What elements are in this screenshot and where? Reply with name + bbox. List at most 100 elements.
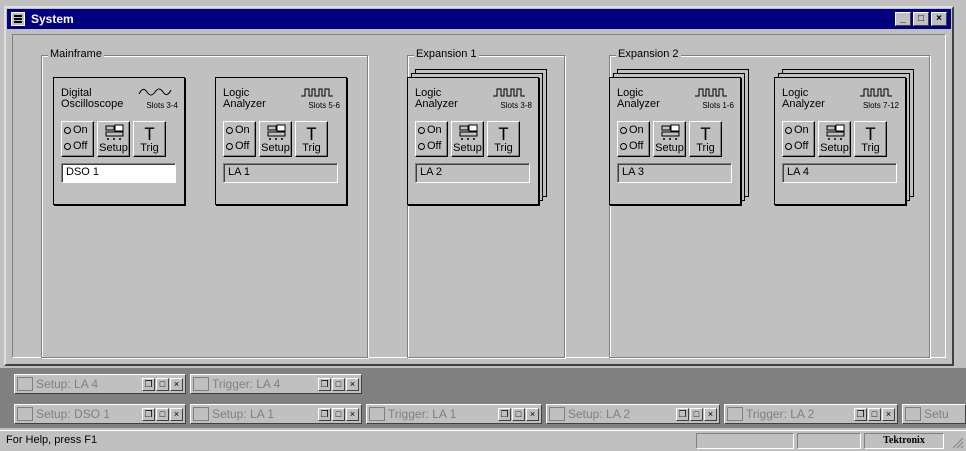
minimized-window-buttons: ❐ □ × — [318, 377, 359, 391]
trig-button[interactable]: T Trig — [689, 121, 722, 157]
close-button[interactable]: × — [704, 407, 717, 421]
minimized-window-buttons: ❐ □ × — [142, 377, 183, 391]
setup-icon — [105, 124, 123, 140]
setup-button[interactable]: Setup — [451, 121, 484, 157]
restore-button[interactable]: ❐ — [142, 377, 155, 391]
close-button[interactable]: × — [170, 377, 183, 391]
close-button[interactable]: × — [526, 407, 539, 421]
minimized-window-trigger-la4[interactable]: Trigger: LA 4 ❐ □ × — [190, 374, 362, 394]
on-off-button[interactable]: On Off — [415, 121, 448, 157]
maximize-button[interactable]: □ — [512, 407, 525, 421]
setup-button[interactable]: Setup — [97, 121, 130, 157]
module-name-field[interactable]: LA 2 — [415, 163, 530, 183]
maximize-button[interactable]: □ — [332, 377, 345, 391]
restore-button[interactable]: ❐ — [498, 407, 511, 421]
trig-label: Trig — [861, 142, 880, 154]
module-type: Logic Analyzer — [782, 87, 825, 110]
size-grip-icon[interactable] — [952, 437, 964, 449]
maximize-button[interactable]: □ — [868, 407, 881, 421]
minimized-window-setup-la2[interactable]: Setup: LA 2 ❐ □ × — [546, 404, 720, 424]
maximize-button[interactable]: □ — [156, 407, 169, 421]
maximize-button[interactable]: □ — [156, 377, 169, 391]
on-led-icon — [785, 126, 792, 134]
off-option[interactable]: Off — [62, 138, 93, 154]
off-option[interactable]: Off — [416, 138, 447, 154]
maximize-button[interactable]: □ — [913, 12, 929, 26]
minimized-window-trigger-la2[interactable]: Trigger: LA 2 ❐ □ × — [724, 404, 898, 424]
setup-button[interactable]: Setup — [818, 121, 851, 157]
off-option[interactable]: Off — [618, 138, 649, 154]
minimized-window-setup-dso1[interactable]: Setup: DSO 1 ❐ □ × — [14, 404, 186, 424]
setup-label: Setup — [820, 142, 849, 154]
setup-button[interactable]: Setup — [259, 121, 292, 157]
restore-button[interactable]: ❐ — [318, 377, 331, 391]
trig-label: Trig — [696, 142, 715, 154]
minimized-window-title: Setu — [924, 407, 949, 421]
minimized-window-title: Trigger: LA 1 — [388, 407, 457, 421]
module-name-field[interactable]: LA 4 — [782, 163, 897, 183]
off-led-icon — [785, 142, 792, 150]
maximize-button[interactable]: □ — [690, 407, 703, 421]
logic-analyzer-icon — [193, 407, 209, 421]
on-off-button[interactable]: On Off — [61, 121, 94, 157]
on-option[interactable]: On — [62, 122, 93, 138]
module-card-la3: Logic Analyzer Slots 1-6 On Off Setup T T… — [609, 77, 741, 205]
off-option[interactable]: Off — [783, 138, 814, 154]
restore-button[interactable]: ❐ — [318, 407, 331, 421]
on-off-button[interactable]: On Off — [223, 121, 256, 157]
setup-label: Setup — [261, 142, 290, 154]
module-name-field[interactable]: DSO 1 — [61, 163, 176, 183]
minimized-window-buttons: ❐ □ × — [142, 407, 183, 421]
title-bar[interactable]: System _ □ × — [7, 9, 951, 29]
setup-icon — [459, 124, 477, 140]
minimized-window-title: Trigger: LA 4 — [212, 377, 281, 391]
setup-icon — [661, 124, 679, 140]
trig-button[interactable]: T Trig — [295, 121, 328, 157]
on-option[interactable]: On — [416, 122, 447, 138]
restore-button[interactable]: ❐ — [854, 407, 867, 421]
setup-label: Setup — [453, 142, 482, 154]
restore-button[interactable]: ❐ — [142, 407, 155, 421]
close-button[interactable]: × — [346, 377, 359, 391]
close-button[interactable]: × — [931, 12, 947, 26]
off-led-icon — [64, 142, 71, 150]
minimized-window-setup-la4[interactable]: Setup: LA 4 ❐ □ × — [14, 374, 186, 394]
trig-button[interactable]: T Trig — [854, 121, 887, 157]
status-help-text: For Help, press F1 — [6, 434, 98, 446]
close-button[interactable]: × — [170, 407, 183, 421]
minimized-window-setup-partial[interactable]: Setu — [902, 404, 966, 424]
restore-button[interactable]: ❐ — [676, 407, 689, 421]
close-button[interactable]: × — [346, 407, 359, 421]
system-client-area: Mainframe Expansion 1 Expansion 2 Digita… — [12, 34, 946, 358]
setup-label: Setup — [655, 142, 684, 154]
module-name-field[interactable]: LA 3 — [617, 163, 732, 183]
close-button[interactable]: × — [882, 407, 895, 421]
on-option[interactable]: On — [618, 122, 649, 138]
on-led-icon — [64, 126, 71, 134]
on-option[interactable]: On — [224, 122, 255, 138]
setup-button[interactable]: Setup — [653, 121, 686, 157]
on-option[interactable]: On — [783, 122, 814, 138]
digital-wave-icon — [493, 88, 525, 97]
module-type: Logic Analyzer — [617, 87, 660, 110]
setup-label: Setup — [99, 142, 128, 154]
module-card-la4: Logic Analyzer Slots 7-12 On Off Setup T … — [774, 77, 906, 205]
trig-label: Trig — [494, 142, 513, 154]
on-off-button[interactable]: On Off — [782, 121, 815, 157]
maximize-button[interactable]: □ — [332, 407, 345, 421]
trigger-window-icon — [193, 377, 209, 391]
minimize-button[interactable]: _ — [895, 12, 911, 26]
on-off-button[interactable]: On Off — [617, 121, 650, 157]
trig-button[interactable]: T Trig — [487, 121, 520, 157]
on-led-icon — [226, 126, 233, 134]
system-menu-icon[interactable] — [11, 12, 25, 26]
minimized-window-setup-la1[interactable]: Setup: LA 1 ❐ □ × — [190, 404, 362, 424]
minimized-window-trigger-la1[interactable]: Trigger: LA 1 ❐ □ × — [366, 404, 542, 424]
module-slots: Slots 1-6 — [702, 101, 734, 110]
trig-button[interactable]: T Trig — [133, 121, 166, 157]
module-slots: Slots 3-4 — [146, 101, 178, 110]
module-slots: Slots 3-8 — [500, 101, 532, 110]
module-name-field[interactable]: LA 1 — [223, 163, 338, 183]
logic-analyzer-icon — [17, 377, 33, 391]
off-option[interactable]: Off — [224, 138, 255, 154]
